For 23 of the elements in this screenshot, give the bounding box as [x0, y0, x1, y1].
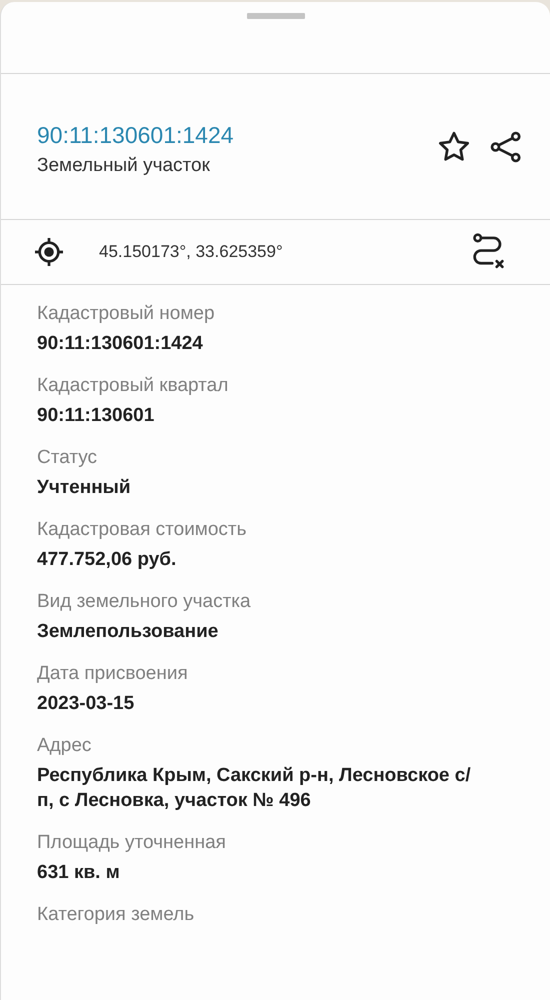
field-label: Кадастровая стоимость	[37, 519, 248, 541]
field-value: 631 кв. м	[37, 861, 121, 885]
route-icon[interactable]	[472, 233, 506, 271]
field-label: Вид земельного участка	[37, 591, 252, 613]
field-label: Статус	[37, 447, 98, 469]
field-value: 90:11:130601	[37, 404, 156, 428]
field-label: Кадастровый номер	[37, 303, 216, 325]
field-label: Дата присвоения	[37, 663, 189, 685]
field-label: Кадастровый квартал	[37, 375, 230, 397]
field-value: 477.752,06 руб.	[37, 548, 178, 572]
coordinates-text: 45.150173°, 33.625359°	[99, 242, 284, 262]
field-label: Адрес	[37, 735, 92, 757]
field-value: Учтенный	[37, 476, 132, 500]
field-label: Категория земель	[37, 904, 196, 926]
cadastral-number-title: 90:11:130601:1424	[37, 122, 235, 149]
field-value: 2023-03-15	[37, 692, 136, 716]
location-target-icon[interactable]	[33, 236, 65, 268]
field-label: Площадь уточненная	[37, 832, 227, 854]
field-value: Землепользование	[37, 620, 220, 644]
field-value: 90:11:130601:1424	[37, 332, 204, 356]
object-type-subtitle: Земельный участок	[37, 155, 211, 177]
field-value: Республика Крым, Сакский р-н, Лесновское с/п, с Лесновка, участок № 496	[37, 764, 472, 813]
drag-handle[interactable]	[246, 13, 304, 19]
